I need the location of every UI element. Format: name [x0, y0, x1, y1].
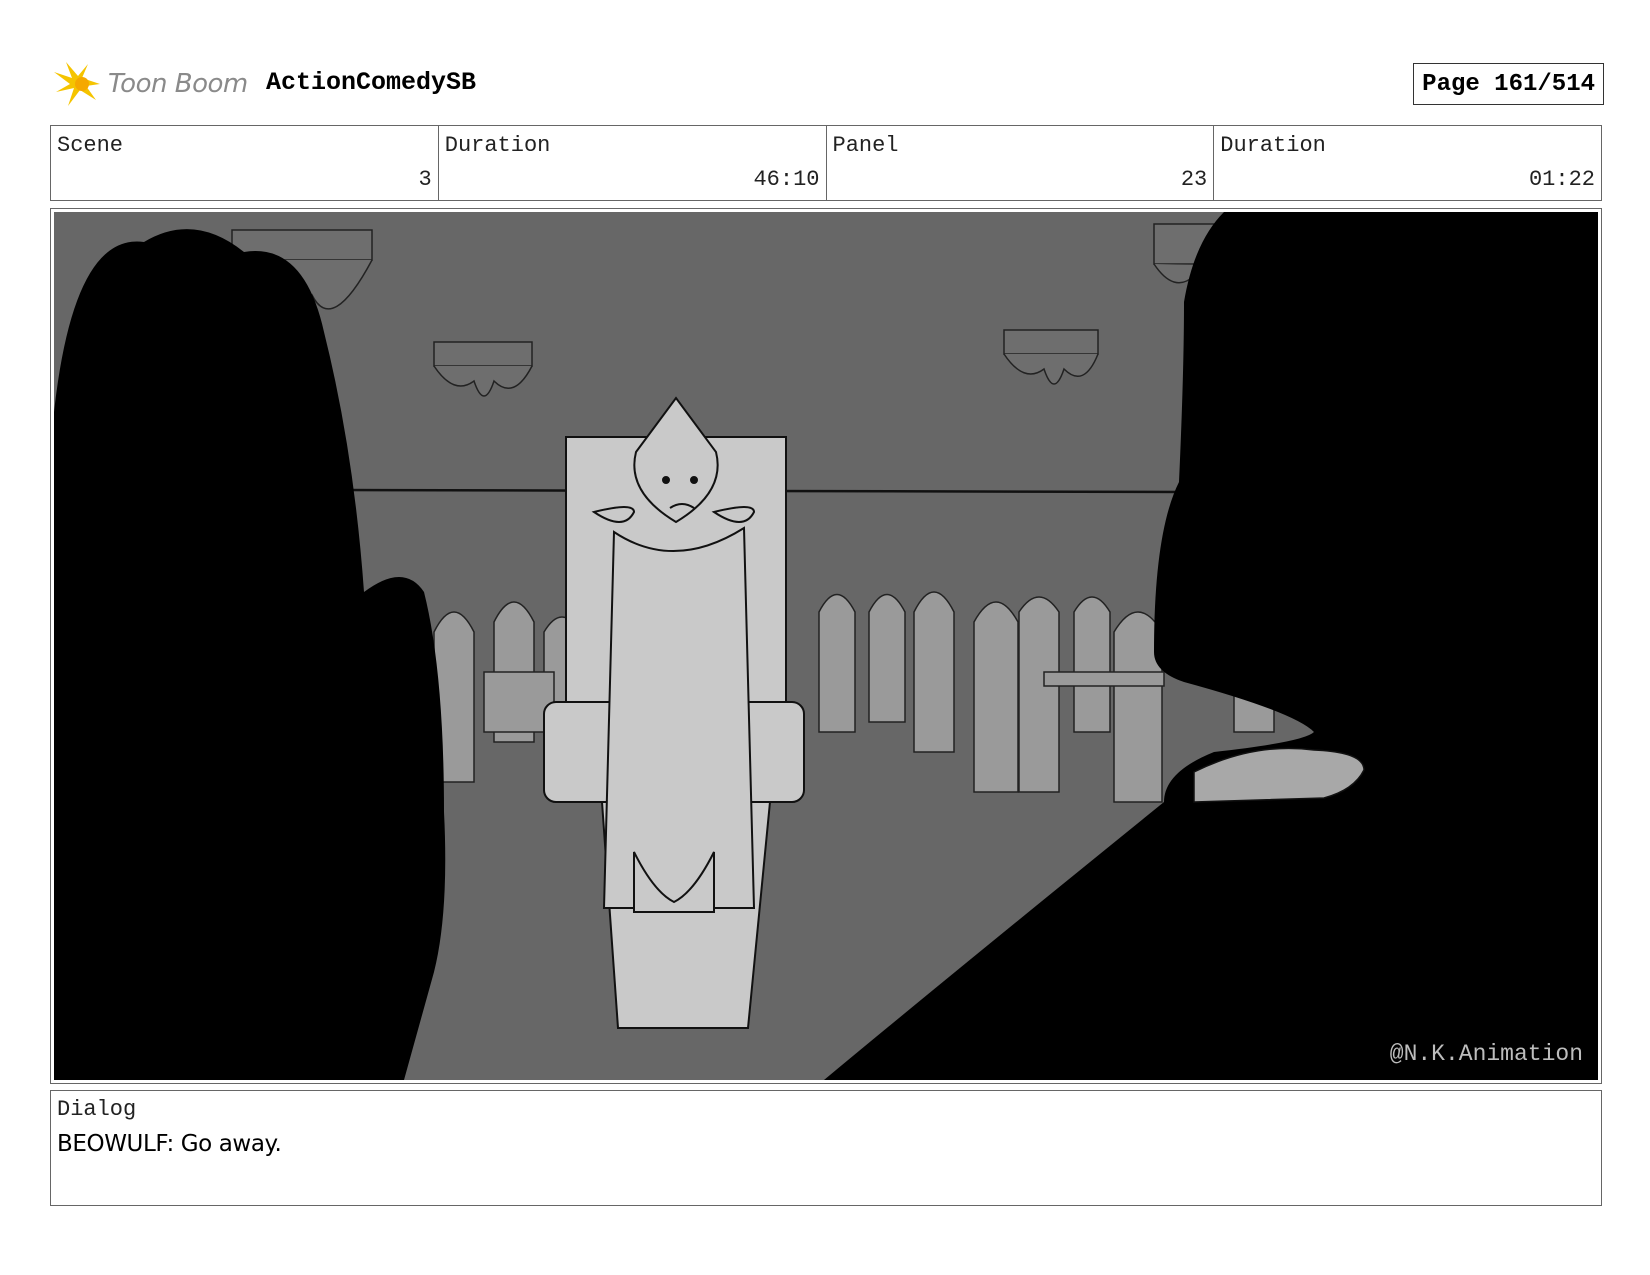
- starburst-icon: [54, 62, 100, 106]
- toon-boom-logo: Toon Boom: [52, 58, 248, 110]
- panel-duration-value: 01:22: [1528, 167, 1595, 192]
- scene-duration-value: 46:10: [753, 167, 820, 192]
- dialog-box: Dialog BEOWULF: Go away.: [50, 1090, 1602, 1206]
- scene-duration-cell: Duration 46:10: [439, 126, 827, 200]
- scene-cell: Scene 3: [51, 126, 439, 200]
- panel-value: 23: [1180, 167, 1208, 192]
- dialog-text: BEOWULF: Go away.: [57, 1131, 282, 1157]
- panel-label: Panel: [832, 133, 899, 158]
- logo-text: Toon Boom: [108, 69, 248, 99]
- panel-duration-label: Duration: [1220, 133, 1326, 158]
- panel-duration-cell: Duration 01:22: [1214, 126, 1601, 200]
- dialog-label: Dialog: [57, 1097, 137, 1122]
- page-indicator: Page 161/514: [1413, 63, 1604, 105]
- panel-cell: Panel 23: [827, 126, 1215, 200]
- scene-duration-label: Duration: [444, 133, 551, 158]
- scene-label: Scene: [57, 133, 124, 158]
- watermark: @N.K.Animation: [1389, 1041, 1583, 1067]
- project-title: ActionComedySB: [266, 68, 477, 97]
- storyboard-drawing: [54, 212, 1598, 1080]
- panel-info-table: Scene 3 Duration 46:10 Panel 23 Duration…: [50, 125, 1602, 201]
- storyboard-frame: @N.K.Animation: [50, 208, 1602, 1084]
- page-header: Toon Boom ActionComedySB Page 161/514: [52, 58, 1604, 110]
- scene-value: 3: [418, 167, 432, 192]
